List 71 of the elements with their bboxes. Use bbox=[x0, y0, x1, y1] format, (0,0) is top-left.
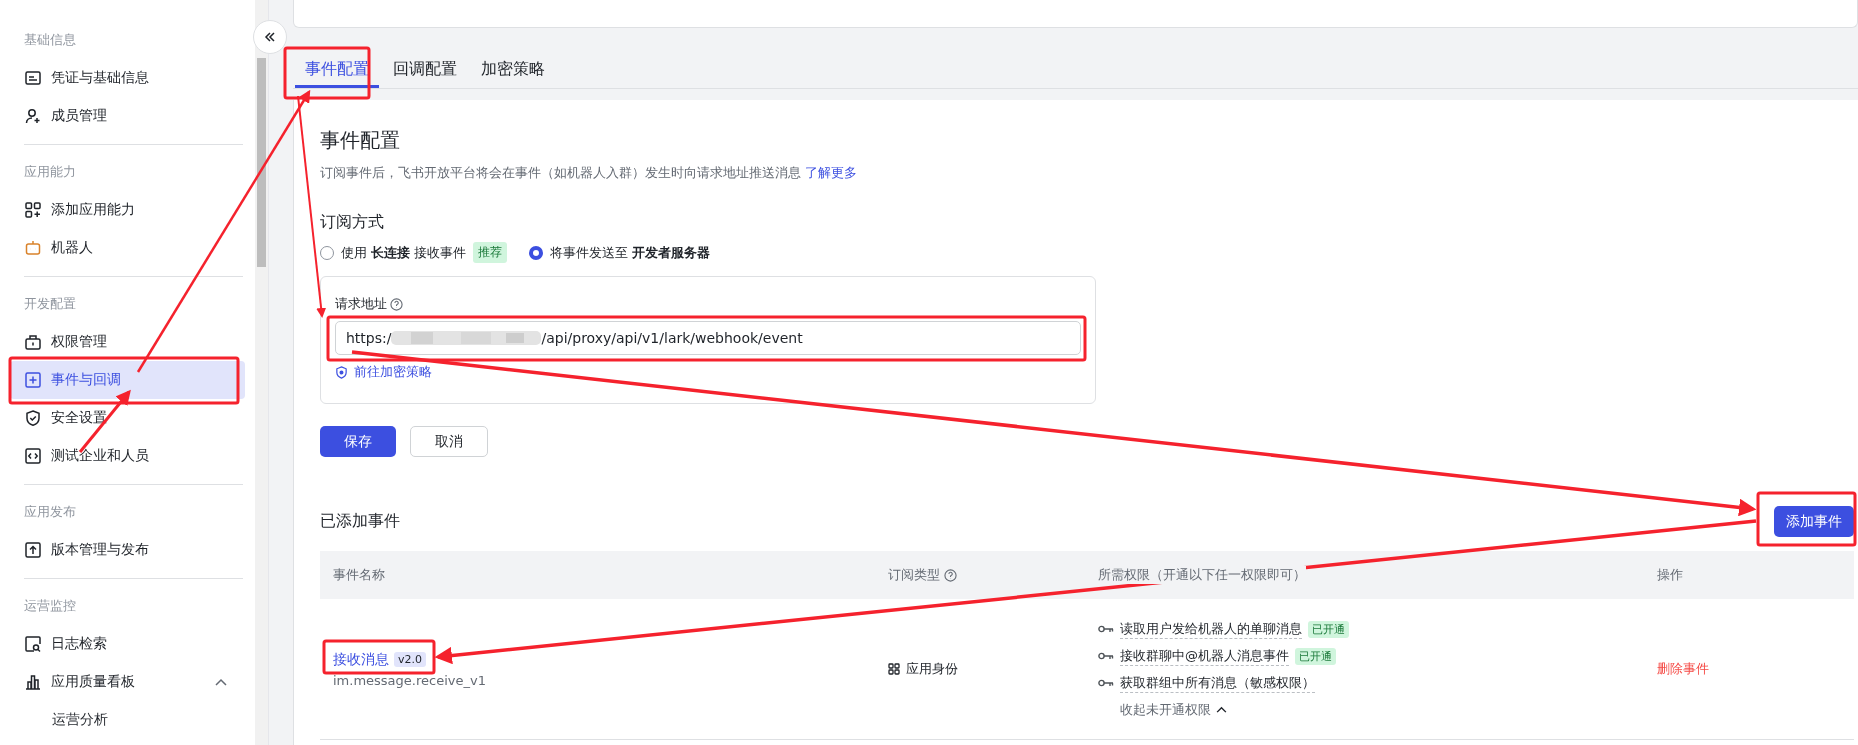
radio-button[interactable] bbox=[529, 245, 544, 260]
subsection-title: 已添加事件 bbox=[320, 511, 400, 532]
grid-icon bbox=[24, 201, 42, 219]
version-badge: v2.0 bbox=[394, 652, 426, 667]
section-title: 基础信息 bbox=[23, 31, 77, 49]
sidebar-item[interactable]: 添加应用能力 bbox=[10, 191, 245, 229]
lock-icon bbox=[24, 333, 42, 351]
help-icon[interactable] bbox=[944, 568, 957, 582]
description-text: 订阅事件后，飞书开放平台将会在事件（如机器人入群）发生时向请求地址推送消息 bbox=[320, 164, 801, 182]
upload-icon bbox=[24, 541, 42, 559]
permission-name[interactable]: 获取群组中所有消息（敏感权限） bbox=[1120, 673, 1315, 693]
recommended-badge: 推荐 bbox=[473, 242, 508, 263]
column-header: 所需权限（开通以下任一权限即可） bbox=[1098, 566, 1306, 584]
field-label: 请求地址 bbox=[335, 295, 387, 313]
add-event-button[interactable]: 添加事件 bbox=[1774, 506, 1854, 537]
column-header: 操作 bbox=[1657, 566, 1683, 584]
chevron-icon bbox=[1216, 706, 1227, 713]
learn-more-link[interactable]: 了解更多 bbox=[805, 164, 857, 182]
code-icon bbox=[24, 447, 42, 465]
sidebar-item[interactable]: 版本管理与发布 bbox=[10, 531, 245, 569]
tab[interactable]: 加密策略 bbox=[471, 52, 555, 88]
radio-label: 使用 长连接 接收事件 bbox=[341, 243, 467, 262]
permission-name[interactable]: 接收群聊中@机器人消息事件 bbox=[1120, 646, 1289, 666]
sidebar-item[interactable]: 日志检索 bbox=[10, 625, 245, 663]
sidebar-item[interactable]: 安全设置 bbox=[10, 399, 245, 437]
help-icon[interactable] bbox=[390, 297, 403, 311]
key-icon bbox=[1098, 625, 1114, 633]
save-button[interactable]: 保存 bbox=[320, 426, 396, 457]
column-header: 订阅类型 bbox=[888, 566, 940, 584]
tab[interactable]: 回调配置 bbox=[383, 52, 467, 88]
event-key: im.message.receive_v1 bbox=[333, 672, 486, 688]
table-cell: 应用身份 bbox=[906, 660, 958, 678]
status-badge: 已开通 bbox=[1308, 620, 1349, 638]
shield-icon bbox=[24, 409, 42, 427]
section-title: 事件配置 bbox=[320, 127, 401, 154]
sidebar-item[interactable]: 应用质量看板 bbox=[10, 663, 245, 701]
robot-icon bbox=[24, 239, 42, 257]
section-title: 应用发布 bbox=[23, 503, 77, 521]
sidebar-item[interactable]: 成员管理 bbox=[10, 97, 245, 135]
sidebar-item[interactable]: 权限管理 bbox=[10, 323, 245, 361]
chevron-icon[interactable] bbox=[215, 678, 227, 686]
grid-icon bbox=[888, 663, 900, 675]
sidebar-item[interactable]: 事件与回调 bbox=[10, 361, 245, 399]
search-icon bbox=[24, 635, 42, 653]
key-icon bbox=[1098, 652, 1114, 660]
collapse-link[interactable]: 收起未开通权限 bbox=[1098, 700, 1227, 719]
key-icon bbox=[1098, 679, 1114, 687]
sidebar-item[interactable]: 凭证与基础信息 bbox=[10, 59, 245, 97]
radio-label: 将事件发送至 开发者服务器 bbox=[550, 243, 711, 262]
permission-name[interactable]: 读取用户发给机器人的单聊消息 bbox=[1120, 619, 1302, 639]
section-title: 运营监控 bbox=[23, 597, 77, 615]
sidebar-item[interactable]: 测试企业和人员 bbox=[10, 437, 245, 475]
delete-event-link[interactable]: 删除事件 bbox=[1657, 660, 1709, 678]
user-icon bbox=[24, 107, 42, 125]
event-name-link[interactable]: 接收消息 bbox=[333, 650, 389, 669]
sidebar-item[interactable]: 运营分析 bbox=[10, 701, 245, 739]
section-title: 应用能力 bbox=[23, 163, 77, 181]
section-title: 开发配置 bbox=[23, 295, 77, 313]
shield-icon bbox=[335, 365, 348, 379]
status-badge: 已开通 bbox=[1295, 647, 1336, 665]
card-icon bbox=[24, 69, 42, 87]
encryption-policy-link[interactable]: 前往加密策略 bbox=[335, 363, 1081, 381]
url-field[interactable]: https:/ /api/proxy/api/v1/lark/webhook/event bbox=[335, 321, 1081, 355]
column-header: 事件名称 bbox=[333, 566, 385, 584]
double-chevron-icon bbox=[264, 31, 276, 43]
plus-icon bbox=[24, 371, 42, 389]
sidebar-item[interactable]: 机器人 bbox=[10, 229, 245, 267]
subsection-title: 订阅方式 bbox=[320, 212, 385, 233]
chart-icon bbox=[24, 673, 42, 691]
cancel-button[interactable]: 取消 bbox=[410, 426, 488, 457]
scrollbar[interactable] bbox=[257, 58, 266, 267]
